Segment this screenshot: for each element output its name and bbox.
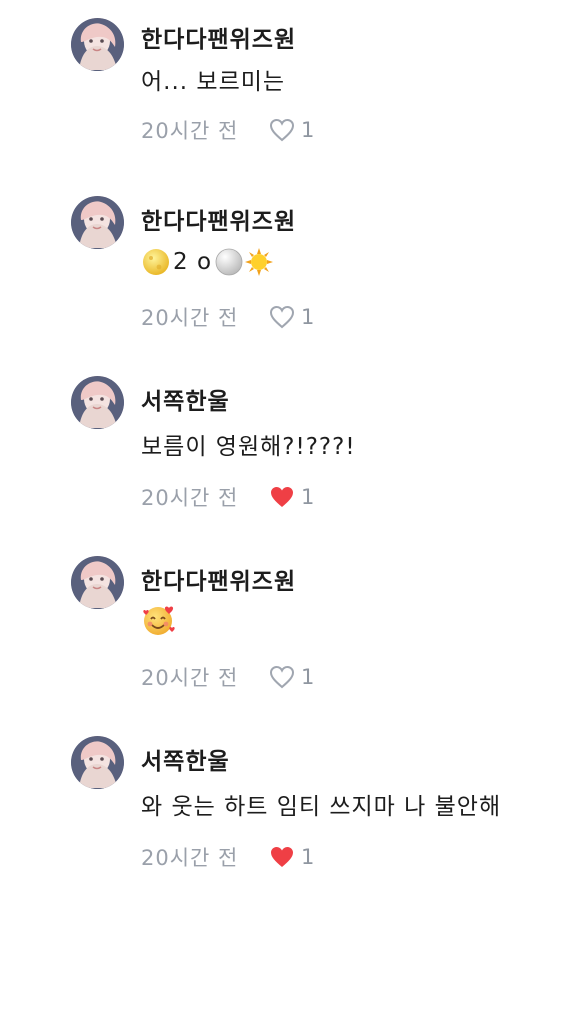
avatar-image [71, 556, 124, 609]
comment-meta: 20시간 전 1 [141, 302, 314, 332]
full-moon-icon [215, 248, 243, 276]
comment-text [141, 602, 177, 638]
comment-username[interactable]: 한다다팬위즈원 [141, 202, 296, 236]
comment-meta: 20시간 전 1 [141, 842, 314, 872]
comment-timestamp: 20시간 전 [141, 486, 239, 510]
like-count: 1 [301, 665, 315, 689]
avatar-image [71, 18, 124, 71]
comment-item: 한다다팬위즈원 어... 보르미는 20시간 전 1 [0, 18, 576, 178]
avatar-image [71, 196, 124, 249]
comment-timestamp: 20시간 전 [141, 119, 239, 143]
like-button[interactable]: 1 [269, 665, 314, 689]
avatar[interactable] [71, 556, 124, 609]
avatar[interactable] [71, 18, 124, 71]
like-button[interactable]: 1 [269, 845, 314, 869]
comment-timestamp: 20시간 전 [141, 306, 239, 330]
comment-item: 서쪽한울 보름이 영원해?!???! 20시간 전 1 [0, 376, 576, 536]
comment-timestamp: 20시간 전 [141, 666, 239, 690]
like-count: 1 [301, 485, 315, 509]
comment-item: 한다다팬위즈원 2 o 20시간 전 1 [0, 196, 576, 356]
comment-text-part: 2 o [173, 249, 213, 275]
avatar[interactable] [71, 196, 124, 249]
heart-outline-icon [269, 118, 295, 142]
heart-filled-icon [271, 847, 293, 867]
comment-username[interactable]: 서쪽한울 [141, 382, 230, 416]
heart-outline-icon [269, 305, 295, 329]
crescent-moon-icon [143, 249, 169, 275]
avatar-image [71, 376, 124, 429]
comment-meta: 20시간 전 1 [141, 115, 314, 145]
like-button[interactable]: 1 [269, 305, 314, 329]
comment-text: 와 웃는 하트 임티 쓰지마 나 불안해 [141, 794, 502, 820]
avatar[interactable] [71, 376, 124, 429]
smiling-face-with-hearts-icon [143, 606, 175, 635]
avatar-image [71, 736, 124, 789]
heart-outline-icon [269, 665, 295, 689]
like-button[interactable]: 1 [269, 118, 314, 142]
comment-meta: 20시간 전 1 [141, 662, 314, 692]
like-count: 1 [301, 845, 315, 869]
comment-timestamp: 20시간 전 [141, 846, 239, 870]
comment-item: 서쪽한울 와 웃는 하트 임티 쓰지마 나 불안해 20시간 전 1 [0, 736, 576, 896]
like-button[interactable]: 1 [269, 485, 314, 509]
comment-list: 한다다팬위즈원 어... 보르미는 20시간 전 1 한다다팬위즈원 2 o 2… [0, 0, 576, 1024]
comment-text: 어... 보르미는 [141, 69, 286, 95]
like-count: 1 [301, 118, 315, 142]
comment-item: 한다다팬위즈원 20시간 전 1 [0, 556, 576, 716]
comment-username[interactable]: 서쪽한울 [141, 742, 230, 776]
comment-meta: 20시간 전 1 [141, 482, 314, 512]
heart-filled-icon [271, 487, 293, 507]
sun-icon [245, 248, 274, 276]
comment-username[interactable]: 한다다팬위즈원 [141, 562, 296, 596]
avatar[interactable] [71, 736, 124, 789]
comment-text: 2 o [141, 247, 274, 277]
comment-text: 보름이 영원해?!???! [141, 434, 356, 460]
comment-username[interactable]: 한다다팬위즈원 [141, 20, 296, 54]
like-count: 1 [301, 305, 315, 329]
